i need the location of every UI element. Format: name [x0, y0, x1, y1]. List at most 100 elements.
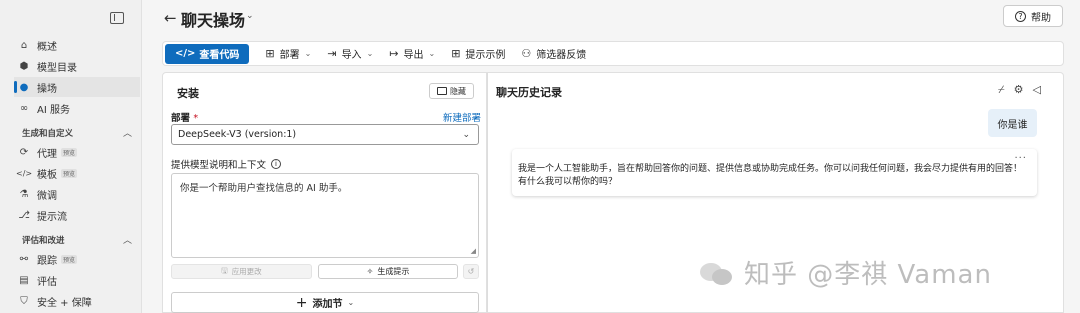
- sidebar: ⌂ 概述 ⬢ 模型目录 ● 操场 ∞ AI 服务 生成和自定义 ︿ ⟳ 代理 预…: [0, 0, 142, 313]
- chevron-down-icon[interactable]: ⌄: [246, 11, 254, 21]
- clear-chat-icon[interactable]: ⌿: [998, 83, 1005, 97]
- sidebar-item-label: 安全 + 保障: [37, 297, 92, 309]
- sidebar-item-label: 微调: [37, 190, 57, 202]
- agent-icon: ⟳: [19, 146, 29, 158]
- section-build-customize[interactable]: 生成和自定义 ︿: [22, 126, 132, 140]
- import-icon: ⇥: [327, 47, 337, 60]
- chat-icon: ●: [19, 81, 29, 93]
- chat-toolbar: ⌿ ⚙ ◁: [998, 83, 1041, 97]
- info-icon[interactable]: i: [271, 159, 282, 169]
- apply-changes-button[interactable]: 🖫 应用更改: [171, 264, 312, 279]
- view-code-button[interactable]: </> 查看代码: [165, 43, 250, 64]
- sidebar-item-fine-tuning[interactable]: ⚗ 微调: [16, 184, 142, 204]
- prompt-samples-label: 提示示例: [465, 50, 506, 61]
- user-message: 你是谁: [988, 109, 1037, 137]
- export-label: 导出: [403, 50, 424, 61]
- filter-feedback-button[interactable]: ⚇ 筛选器反馈: [521, 46, 586, 61]
- hide-label: 隐藏: [450, 86, 466, 96]
- sidebar-item-label: 操场: [37, 83, 57, 95]
- assistant-message: ... 我是一个人工智能助手，旨在帮助回答你的问题、提供信息或协助完成任务。你可…: [512, 149, 1037, 196]
- sidebar-item-overview[interactable]: ⌂ 概述: [16, 35, 142, 55]
- filter-feedback-label: 筛选器反馈: [536, 50, 587, 61]
- sidebar-item-tracing[interactable]: ⚯ 跟踪 预览: [16, 249, 142, 269]
- import-button[interactable]: ⇥ 导入 ⌄: [327, 46, 373, 61]
- deployment-label: 部署 *: [171, 113, 199, 124]
- sidebar-item-templates[interactable]: </> 模板 预览: [16, 163, 142, 183]
- assistant-message-text: 我是一个人工智能助手，旨在帮助回答你的问题、提供信息或协助完成任务。你可以问我任…: [518, 164, 1023, 187]
- setup-panel: 安装 隐藏 部署 * 新建部署 DeepSeek-V3 (version:1) …: [162, 72, 487, 313]
- deploy-label: 部署: [279, 50, 300, 61]
- view-code-label: 查看代码: [199, 50, 240, 61]
- sidebar-item-agents[interactable]: ⟳ 代理 预览: [16, 142, 142, 162]
- page-title: 聊天操场: [181, 11, 246, 30]
- section-assess-improve[interactable]: 评估和改进 ︿: [22, 233, 132, 247]
- sidebar-item-label: AI 服务: [37, 104, 70, 116]
- chevron-down-icon: ⌄: [304, 49, 312, 58]
- ai-services-icon: ∞: [19, 102, 29, 114]
- back-arrow-icon[interactable]: ←: [164, 9, 177, 27]
- hide-button[interactable]: 隐藏: [429, 83, 474, 99]
- section-title: 生成和自定义: [22, 128, 74, 139]
- settings-icon[interactable]: ⚙: [1014, 83, 1024, 97]
- deploy-grid-icon: ⊞: [265, 47, 275, 60]
- chevron-up-icon: ︿: [122, 129, 132, 139]
- chevron-down-icon: ⌄: [366, 49, 374, 58]
- watermark-text: 知乎 @李祺 Vaman: [744, 260, 992, 290]
- chevron-down-icon: ⌄: [428, 49, 436, 58]
- reset-button[interactable]: ↺: [463, 264, 479, 279]
- speaker-icon[interactable]: ◁: [1032, 83, 1040, 97]
- deploy-button[interactable]: ⊞ 部署 ⌄: [265, 46, 311, 61]
- resize-handle-icon[interactable]: ◢: [471, 247, 476, 255]
- grid-icon: ⊞: [451, 47, 461, 60]
- deployment-value: DeepSeek-V3 (version:1): [178, 129, 297, 140]
- flask-icon: ⚗: [19, 188, 29, 200]
- trace-icon: ⚯: [19, 253, 29, 265]
- collapse-sidebar-icon[interactable]: [110, 12, 124, 24]
- sidebar-item-ai-services[interactable]: ∞ AI 服务: [16, 98, 142, 118]
- hide-panel-icon: [437, 87, 447, 95]
- sidebar-item-label: 跟踪: [37, 255, 57, 267]
- chevron-down-icon: ⌄: [347, 298, 355, 307]
- question-icon: ?: [1015, 10, 1026, 22]
- sidebar-item-evaluation[interactable]: ▤ 评估: [16, 270, 142, 290]
- evaluate-icon: ▤: [19, 274, 29, 286]
- cube-icon: ⬢: [19, 60, 29, 72]
- deployment-select[interactable]: DeepSeek-V3 (version:1) ⌄: [171, 124, 479, 145]
- sidebar-item-label: 评估: [37, 276, 57, 288]
- context-label: 提供模型说明和上下文 i: [171, 157, 282, 171]
- code-icon: </>: [16, 168, 33, 178]
- system-message-textarea[interactable]: 你是一个帮助用户查找信息的 AI 助手。 ◢: [171, 173, 479, 258]
- help-label: 帮助: [1031, 12, 1051, 24]
- generate-prompt-label: 生成提示: [377, 267, 410, 276]
- new-deployment-link[interactable]: 新建部署: [443, 110, 481, 124]
- toolbar: </> 查看代码 ⊞ 部署 ⌄ ⇥ 导入 ⌄ ↦ 导出 ⌄ ⊞ 提示示例 ⚇ 筛…: [162, 41, 1064, 66]
- sidebar-item-label: 概述: [37, 41, 57, 53]
- home-icon: ⌂: [20, 39, 28, 51]
- generate-prompt-button[interactable]: ✧ 生成提示: [318, 264, 458, 279]
- add-section-button[interactable]: + 添加节 ⌄: [171, 292, 479, 313]
- system-message-text: 你是一个帮助用户查找信息的 AI 助手。: [180, 183, 348, 194]
- wechat-logo-icon: [700, 260, 734, 286]
- more-options-icon[interactable]: ...: [1014, 149, 1027, 162]
- preview-badge: 预览: [61, 147, 78, 157]
- export-icon: ↦: [389, 47, 399, 60]
- add-section-label: 添加节: [312, 299, 343, 310]
- watermark: 知乎 @李祺 Vaman: [700, 254, 992, 291]
- export-button[interactable]: ↦ 导出 ⌄: [389, 46, 435, 61]
- chat-history-title: 聊天历史记录: [496, 86, 562, 99]
- preview-badge: 预览: [61, 254, 78, 264]
- prompt-samples-button[interactable]: ⊞ 提示示例: [451, 46, 505, 61]
- sidebar-item-label: 模型目录: [37, 62, 77, 74]
- sparkle-icon: ✧: [366, 267, 374, 276]
- sidebar-item-safety[interactable]: ⛉ 安全 + 保障: [16, 291, 142, 311]
- help-button[interactable]: ? 帮助: [1003, 5, 1063, 27]
- sidebar-item-prompt-flow[interactable]: ⎇ 提示流: [16, 205, 142, 225]
- setup-title: 安装: [177, 87, 199, 100]
- apply-changes-label: 应用更改: [231, 267, 262, 276]
- shield-icon: ⛉: [20, 295, 28, 307]
- chevron-up-icon: ︿: [122, 236, 132, 246]
- sidebar-item-playground[interactable]: ● 操场: [14, 77, 140, 97]
- sidebar-item-label: 模板: [37, 169, 57, 181]
- sidebar-item-model-catalog[interactable]: ⬢ 模型目录: [16, 56, 142, 76]
- prompt-flow-icon: ⎇: [18, 209, 30, 221]
